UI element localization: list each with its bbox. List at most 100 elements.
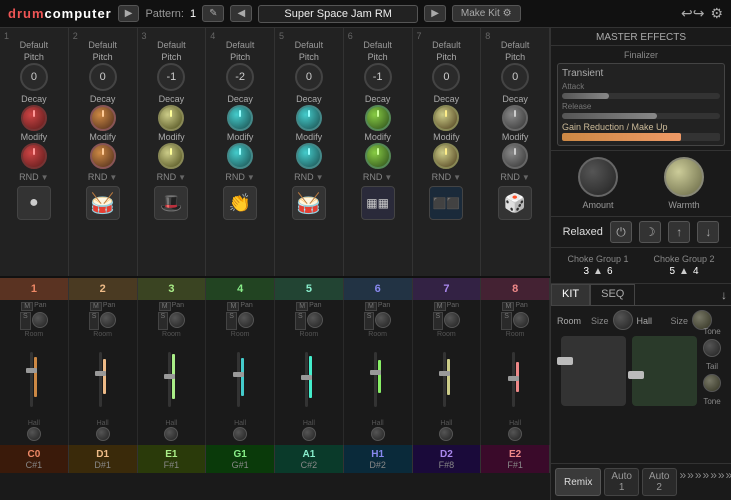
- pad-icon-7[interactable]: ⬛⬛: [429, 186, 463, 220]
- decay-knob-1[interactable]: [21, 105, 47, 131]
- mix-fader-7[interactable]: [443, 352, 446, 407]
- mix-fader-4[interactable]: [237, 352, 240, 407]
- remix-button[interactable]: Remix: [555, 468, 601, 496]
- room-size-knob[interactable]: [613, 310, 633, 330]
- modify-knob-8[interactable]: [502, 143, 528, 169]
- mix-pan-knob-3[interactable]: [169, 312, 185, 328]
- note-cell-3[interactable]: E1 F#1: [138, 445, 207, 473]
- note-cell-4[interactable]: G1 G#1: [206, 445, 275, 473]
- decay-knob-6[interactable]: [365, 105, 391, 131]
- note-cell-6[interactable]: H1 D#2: [344, 445, 413, 473]
- pitch-display-1[interactable]: 0: [20, 63, 48, 91]
- ch-tab-6[interactable]: 6: [344, 278, 413, 300]
- rnd-arrow-8[interactable]: ▼: [522, 173, 530, 182]
- mix-m-btn-7[interactable]: M: [434, 302, 446, 311]
- pad-icon-8[interactable]: 🎲: [498, 186, 532, 220]
- mix-fader-8[interactable]: [512, 352, 515, 407]
- auto2-button[interactable]: Auto 2: [642, 468, 677, 496]
- next-pattern-button[interactable]: ▶: [424, 5, 446, 22]
- download-button[interactable]: ↓: [697, 221, 719, 243]
- mix-s-btn-7[interactable]: S: [433, 312, 444, 330]
- rnd-arrow-5[interactable]: ▼: [316, 173, 324, 182]
- mix-fader-5[interactable]: [305, 352, 308, 407]
- mix-hall-knob-4[interactable]: [233, 427, 247, 441]
- kit-tab[interactable]: KIT: [551, 284, 590, 306]
- mix-fader-2[interactable]: [99, 352, 102, 407]
- ch-tab-7[interactable]: 7: [413, 278, 482, 300]
- note-cell-7[interactable]: D2 F#8: [413, 445, 482, 473]
- pitch-display-2[interactable]: 0: [89, 63, 117, 91]
- release-slider[interactable]: [562, 113, 720, 119]
- mix-m-btn-8[interactable]: M: [502, 302, 514, 311]
- mix-hall-knob-2[interactable]: [96, 427, 110, 441]
- pitch-display-3[interactable]: -1: [157, 63, 185, 91]
- mix-s-btn-2[interactable]: S: [89, 312, 100, 330]
- settings-button[interactable]: ⚙: [710, 5, 723, 22]
- mix-pan-knob-4[interactable]: [238, 312, 254, 328]
- choke-1-val-1[interactable]: 3: [583, 266, 589, 277]
- pad-icon-3[interactable]: 🎩: [154, 186, 188, 220]
- upload-button[interactable]: ↑: [668, 221, 690, 243]
- choke-1-val-2[interactable]: 6: [607, 266, 613, 277]
- modify-knob-4[interactable]: [227, 143, 253, 169]
- mix-hall-knob-3[interactable]: [164, 427, 178, 441]
- mix-hall-knob-6[interactable]: [371, 427, 385, 441]
- choke-2-val-1[interactable]: 5: [669, 266, 675, 277]
- ch-tab-1[interactable]: 1: [0, 278, 69, 300]
- rnd-arrow-7[interactable]: ▼: [453, 173, 461, 182]
- pad-icon-1[interactable]: ●: [17, 186, 51, 220]
- mix-pan-knob-1[interactable]: [32, 312, 48, 328]
- ch-tab-3[interactable]: 3: [138, 278, 207, 300]
- tone-knob[interactable]: [703, 339, 721, 357]
- pattern-name[interactable]: Super Space Jam RM: [258, 5, 418, 23]
- mix-m-btn-1[interactable]: M: [21, 302, 33, 311]
- mix-m-btn-2[interactable]: M: [90, 302, 102, 311]
- attack-slider[interactable]: [562, 93, 720, 99]
- mix-s-btn-5[interactable]: S: [295, 312, 306, 330]
- decay-knob-7[interactable]: [433, 105, 459, 131]
- mix-m-btn-3[interactable]: M: [159, 302, 171, 311]
- mix-hall-knob-5[interactable]: [302, 427, 316, 441]
- decay-knob-2[interactable]: [90, 105, 116, 131]
- modify-knob-5[interactable]: [296, 143, 322, 169]
- power-button[interactable]: ⏻: [610, 221, 632, 243]
- ch-tab-5[interactable]: 5: [275, 278, 344, 300]
- choke-2-val-2[interactable]: 4: [693, 266, 699, 277]
- modify-knob-3[interactable]: [158, 143, 184, 169]
- mix-pan-knob-8[interactable]: [513, 312, 529, 328]
- modify-knob-2[interactable]: [90, 143, 116, 169]
- modify-knob-7[interactable]: [433, 143, 459, 169]
- pad-icon-4[interactable]: 👏: [223, 186, 257, 220]
- mix-m-btn-4[interactable]: M: [227, 302, 239, 311]
- mix-pan-knob-5[interactable]: [307, 312, 323, 328]
- mix-fader-6[interactable]: [374, 352, 377, 407]
- hall-fader[interactable]: [632, 336, 697, 406]
- prev-pattern-button[interactable]: ◀: [230, 5, 252, 22]
- mix-hall-knob-8[interactable]: [508, 427, 522, 441]
- mix-fader-3[interactable]: [168, 352, 171, 407]
- rnd-arrow-3[interactable]: ▼: [178, 173, 186, 182]
- mix-pan-knob-7[interactable]: [444, 312, 460, 328]
- undo-button[interactable]: ↩↪: [681, 5, 704, 22]
- pattern-edit-icon[interactable]: ✎: [202, 5, 224, 22]
- ch-tab-4[interactable]: 4: [206, 278, 275, 300]
- auto1-button[interactable]: Auto 1: [604, 468, 639, 496]
- rnd-arrow-1[interactable]: ▼: [41, 173, 49, 182]
- mix-s-btn-4[interactable]: S: [226, 312, 237, 330]
- pad-icon-5[interactable]: 🥁: [292, 186, 326, 220]
- mix-m-btn-5[interactable]: M: [296, 302, 308, 311]
- pitch-display-6[interactable]: -1: [364, 63, 392, 91]
- warmth-knob[interactable]: [664, 157, 704, 197]
- tail-knob[interactable]: [703, 374, 721, 392]
- download-kit-icon[interactable]: ↓: [721, 288, 727, 302]
- mix-m-btn-6[interactable]: M: [365, 302, 377, 311]
- pitch-display-5[interactable]: 0: [295, 63, 323, 91]
- seq-tab[interactable]: SEQ: [590, 284, 635, 306]
- amount-knob[interactable]: [578, 157, 618, 197]
- decay-knob-4[interactable]: [227, 105, 253, 131]
- note-cell-1[interactable]: C0 C#1: [0, 445, 69, 473]
- mix-s-btn-8[interactable]: S: [501, 312, 512, 330]
- modify-knob-1[interactable]: [21, 143, 47, 169]
- decay-knob-8[interactable]: [502, 105, 528, 131]
- mix-hall-knob-7[interactable]: [439, 427, 453, 441]
